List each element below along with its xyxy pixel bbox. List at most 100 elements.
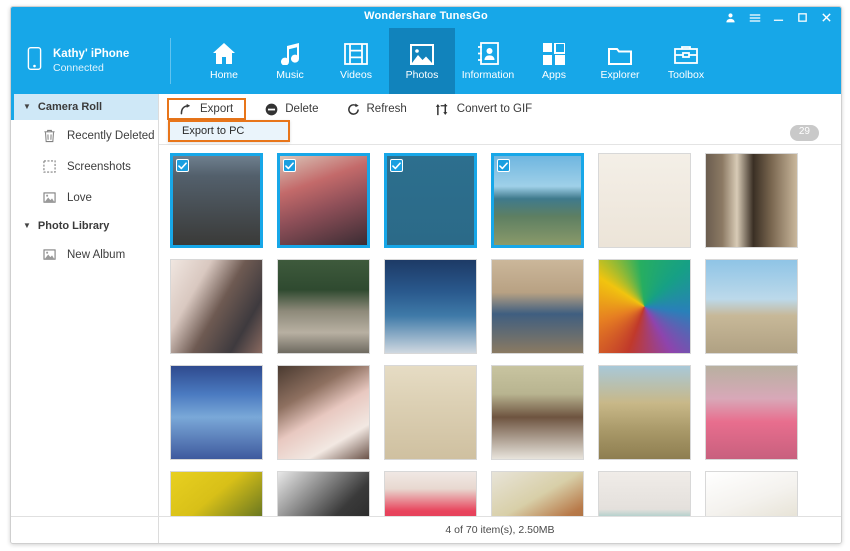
tab-explorer[interactable]: Explorer	[587, 28, 653, 94]
tab-label: Apps	[542, 69, 566, 81]
photo-thumbnail[interactable]	[705, 365, 798, 460]
album-icon	[42, 247, 57, 262]
photo-thumbnail[interactable]	[598, 471, 691, 516]
window-controls	[724, 7, 833, 28]
delete-button[interactable]: Delete	[256, 98, 327, 120]
photo-thumbnail[interactable]	[384, 153, 477, 248]
sidebar-group-photo-library[interactable]: ▼ Photo Library	[11, 213, 158, 239]
photo-thumbnail[interactable]	[705, 153, 798, 248]
photo-thumbnail[interactable]	[705, 259, 798, 354]
sidebar-group-label: Camera Roll	[38, 101, 102, 113]
photo-image	[492, 260, 583, 353]
photo-thumbnail[interactable]	[277, 365, 370, 460]
account-icon[interactable]	[724, 11, 737, 24]
export-button[interactable]: Export	[167, 98, 246, 120]
sidebar-group-camera-roll[interactable]: ▼ Camera Roll	[11, 94, 158, 120]
photo-grid-scroll[interactable]	[159, 144, 841, 516]
sidebar-item-new-album[interactable]: New Album	[11, 239, 158, 270]
convert-to-gif-button[interactable]: Convert to GIF	[426, 98, 541, 120]
toolbar-button-label: Convert to GIF	[457, 103, 532, 115]
photo-thumbnail[interactable]	[277, 259, 370, 354]
sidebar-item-label: Recently Deleted	[67, 130, 155, 142]
sidebar-item-love[interactable]: Love	[11, 182, 158, 213]
photo-select-checkbox[interactable]	[176, 159, 189, 172]
tab-music[interactable]: Music	[257, 28, 323, 94]
photo-image	[706, 260, 797, 353]
album-icon	[42, 190, 57, 205]
chevron-down-icon: ▼	[23, 103, 31, 111]
photo-image	[599, 154, 690, 247]
close-button[interactable]	[820, 11, 833, 24]
photo-image	[385, 472, 476, 516]
video-icon	[344, 39, 368, 65]
refresh-button[interactable]: Refresh	[338, 98, 416, 120]
group-count-badge: 29	[790, 125, 819, 141]
connected-device[interactable]: Kathy' iPhone Connected	[11, 38, 171, 84]
sidebar-group-label: Photo Library	[38, 220, 110, 232]
photo-thumbnail[interactable]	[277, 153, 370, 248]
screenshot-icon	[42, 159, 57, 174]
export-dropdown-item-export-to-pc[interactable]: Export to PC	[168, 120, 290, 142]
phone-icon	[27, 46, 42, 76]
minimize-button[interactable]	[772, 11, 785, 24]
toolbar-button-label: Export	[200, 103, 233, 115]
photo-image	[171, 366, 262, 459]
tab-information[interactable]: Information	[455, 28, 521, 94]
tab-label: Explorer	[600, 69, 639, 81]
photo-image	[599, 366, 690, 459]
photo-thumbnail[interactable]	[170, 259, 263, 354]
toolbar-button-label: Refresh	[367, 103, 407, 115]
nav-tabs: Home Music Videos	[171, 28, 719, 94]
window-title: Wondershare TunesGo	[11, 10, 841, 22]
music-icon	[278, 39, 302, 65]
photo-thumbnail[interactable]	[384, 365, 477, 460]
convert-gif-icon	[435, 103, 450, 116]
menu-icon[interactable]	[748, 11, 761, 24]
device-name: Kathy' iPhone	[53, 47, 129, 61]
tab-photos[interactable]: Photos	[389, 28, 455, 94]
photo-icon	[410, 39, 434, 65]
sidebar-item-recently-deleted[interactable]: Recently Deleted	[11, 120, 158, 151]
photo-thumbnail[interactable]	[598, 153, 691, 248]
photo-thumbnail[interactable]	[491, 365, 584, 460]
photo-image	[706, 154, 797, 247]
photo-image	[171, 260, 262, 353]
photo-grid	[159, 153, 841, 516]
tab-label: Videos	[340, 69, 372, 81]
tab-apps[interactable]: Apps	[521, 28, 587, 94]
photo-thumbnail[interactable]	[384, 471, 477, 516]
sidebar: ▼ Camera Roll Recently Deleted	[11, 94, 159, 516]
sidebar-item-screenshots[interactable]: Screenshots	[11, 151, 158, 182]
chevron-down-icon: ▼	[23, 222, 31, 230]
sidebar-item-label: Screenshots	[67, 161, 131, 173]
photo-thumbnail[interactable]	[491, 153, 584, 248]
photo-select-checkbox[interactable]	[497, 159, 510, 172]
photo-select-checkbox[interactable]	[283, 159, 296, 172]
photo-thumbnail[interactable]	[384, 259, 477, 354]
navigation-bar: Kathy' iPhone Connected Home Music	[11, 28, 841, 94]
photo-thumbnail[interactable]	[170, 153, 263, 248]
photo-thumbnail[interactable]	[598, 259, 691, 354]
photo-thumbnail[interactable]	[491, 259, 584, 354]
photo-image	[385, 260, 476, 353]
trash-icon	[42, 128, 57, 143]
photo-thumbnail[interactable]	[277, 471, 370, 516]
photo-thumbnail[interactable]	[491, 471, 584, 516]
photo-thumbnail[interactable]	[598, 365, 691, 460]
tab-toolbox[interactable]: Toolbox	[653, 28, 719, 94]
home-icon	[212, 39, 236, 65]
maximize-button[interactable]	[796, 11, 809, 24]
tab-videos[interactable]: Videos	[323, 28, 389, 94]
tab-label: Photos	[406, 69, 439, 81]
toolbox-icon	[674, 39, 698, 65]
photo-thumbnail[interactable]	[170, 365, 263, 460]
photo-select-checkbox[interactable]	[390, 159, 403, 172]
photo-thumbnail[interactable]	[705, 471, 798, 516]
photo-image	[278, 260, 369, 353]
photo-image	[706, 366, 797, 459]
tab-label: Toolbox	[668, 69, 704, 81]
photo-thumbnail[interactable]	[170, 471, 263, 516]
tab-home[interactable]: Home	[191, 28, 257, 94]
photo-image	[492, 366, 583, 459]
photo-image	[706, 472, 797, 516]
